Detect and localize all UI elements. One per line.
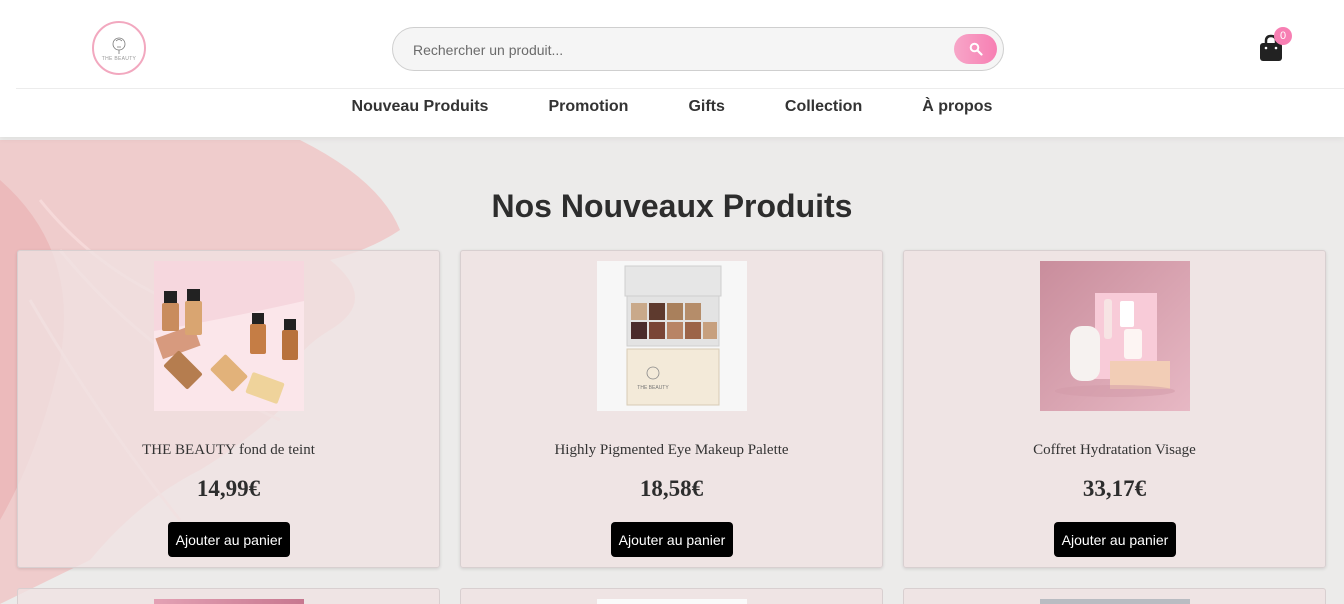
nav-item-promotion[interactable]: Promotion xyxy=(548,98,628,116)
svg-text:THE BEAUTY: THE BEAUTY xyxy=(637,385,669,391)
product-name[interactable]: Highly Pigmented Eye Makeup Palette xyxy=(461,442,882,459)
product-image[interactable] xyxy=(1040,599,1190,604)
search-bar xyxy=(392,27,1004,71)
search-input[interactable] xyxy=(413,38,933,62)
product-name[interactable]: Coffret Hydratation Visage xyxy=(904,442,1325,459)
product-image-eye-palette[interactable]: THE BEAUTY xyxy=(597,261,747,411)
page-title: Nos Nouveaux Produits xyxy=(491,188,853,224)
nav-item-nouveau-produits[interactable]: Nouveau Produits xyxy=(352,98,489,116)
product-price: 33,17€ xyxy=(1082,476,1147,501)
logo-face-icon xyxy=(112,37,126,54)
site-header: THE BEAUTY 0 Nouveau Produits Promotion … xyxy=(0,0,1344,137)
product-image[interactable] xyxy=(597,599,747,604)
product-image-hydration-set[interactable] xyxy=(1040,261,1190,411)
product-card: THE BEAUTY fond de teint 14,99€ Ajouter … xyxy=(17,250,440,568)
add-to-cart-button[interactable]: Ajouter au panier xyxy=(611,522,733,557)
nav-item-a-propos[interactable]: À propos xyxy=(922,98,992,116)
product-price: 18,58€ xyxy=(639,476,704,501)
product-image-foundation[interactable] xyxy=(154,261,304,411)
search-icon xyxy=(969,42,983,56)
product-card: Coffret Hydratation Visage 33,17€ Ajoute… xyxy=(903,250,1326,568)
product-card xyxy=(17,588,440,604)
nav-item-gifts[interactable]: Gifts xyxy=(688,98,724,116)
nav-item-collection[interactable]: Collection xyxy=(785,98,862,116)
product-card xyxy=(903,588,1326,604)
product-price: 14,99€ xyxy=(196,476,261,501)
product-image[interactable] xyxy=(154,599,304,604)
product-name[interactable]: THE BEAUTY fond de teint xyxy=(18,442,439,459)
add-to-cart-button[interactable]: Ajouter au panier xyxy=(1054,522,1176,557)
logo[interactable]: THE BEAUTY xyxy=(92,21,146,75)
product-card xyxy=(460,588,883,604)
cart-count-badge: 0 xyxy=(1274,27,1292,45)
logo-text: THE BEAUTY xyxy=(101,55,137,62)
search-button[interactable] xyxy=(954,34,997,64)
product-card: THE BEAUTY Highly Pigmented Eye Makeup P… xyxy=(460,250,883,568)
add-to-cart-button[interactable]: Ajouter au panier xyxy=(168,522,290,557)
main-nav: Nouveau Produits Promotion Gifts Collect… xyxy=(0,89,1344,125)
